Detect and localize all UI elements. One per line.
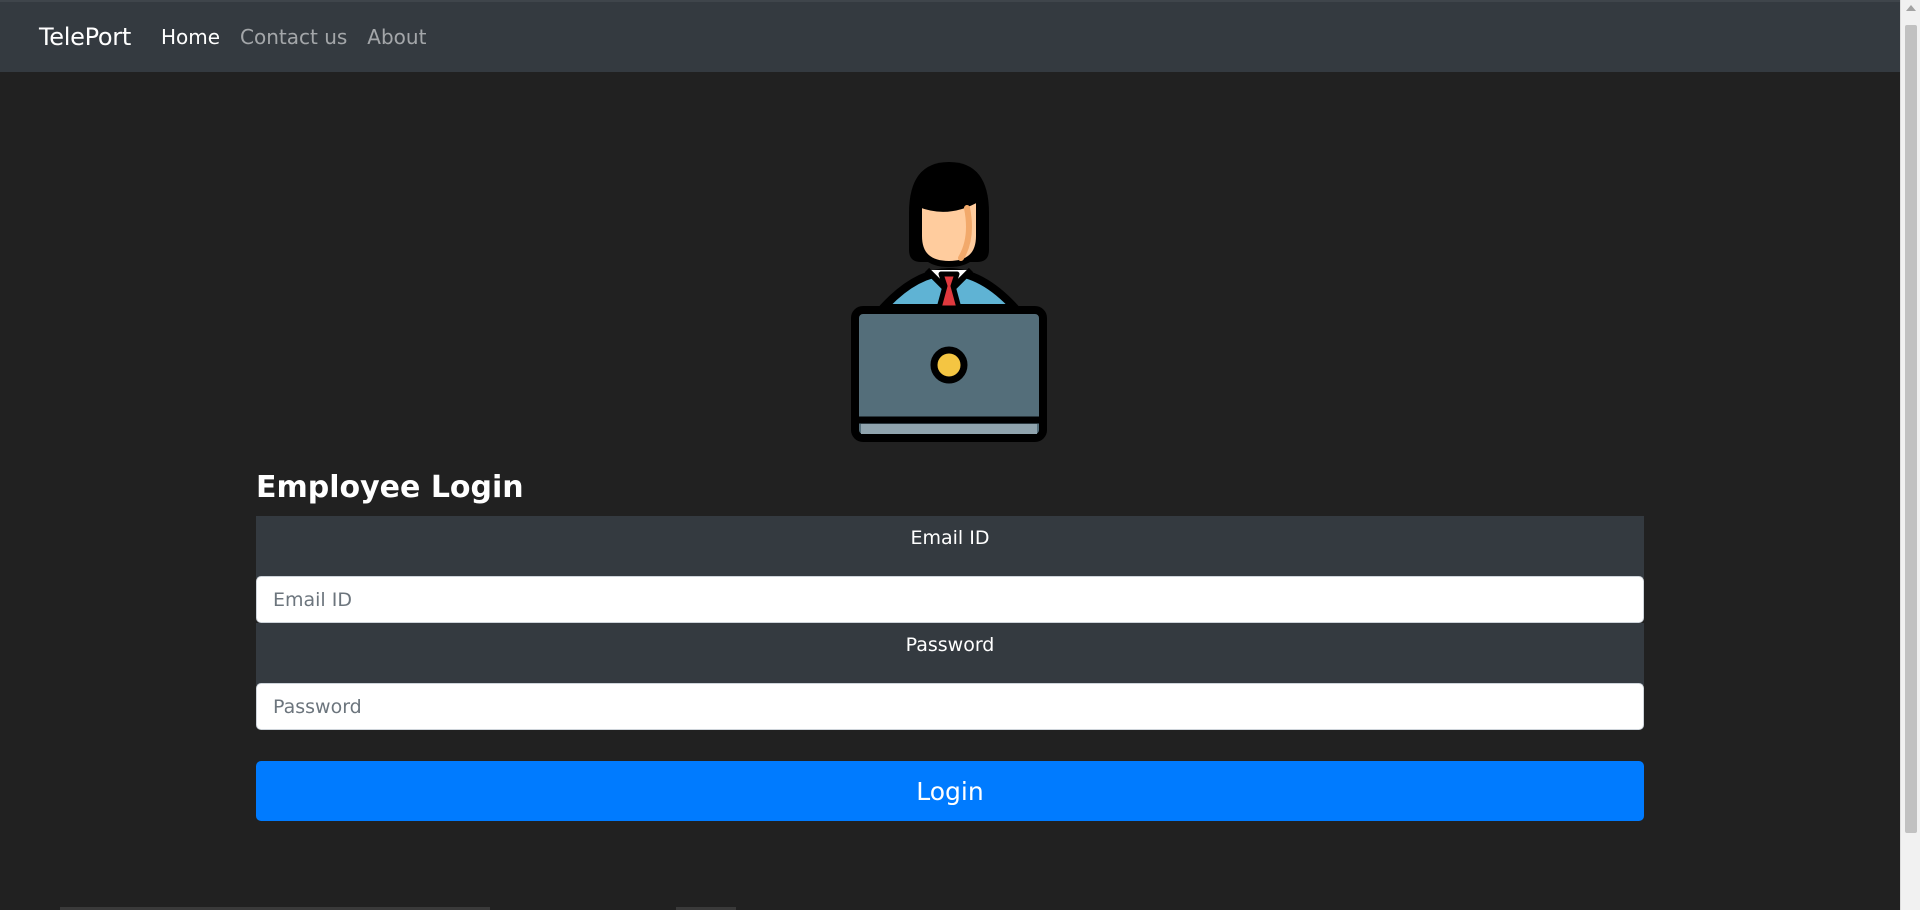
nav-about[interactable]: About	[367, 25, 426, 49]
brand-link[interactable]: TelePort	[39, 23, 131, 51]
employee-laptop-icon	[849, 158, 1049, 444]
password-input[interactable]	[256, 683, 1644, 730]
email-label: Email ID	[256, 516, 1644, 578]
email-input[interactable]	[256, 576, 1644, 623]
page-title: Employee Login	[256, 470, 524, 505]
nav-contact-us[interactable]: Contact us	[240, 25, 347, 49]
scrollbar-thumb[interactable]	[1905, 25, 1917, 833]
login-button[interactable]: Login	[256, 761, 1644, 821]
vertical-scrollbar[interactable]	[1900, 0, 1920, 910]
scroll-up-arrow-icon[interactable]	[1906, 5, 1916, 11]
nav-home[interactable]: Home	[161, 25, 220, 49]
password-label: Password	[256, 623, 1644, 685]
top-navbar: TelePort Home Contact us About	[0, 0, 1900, 72]
